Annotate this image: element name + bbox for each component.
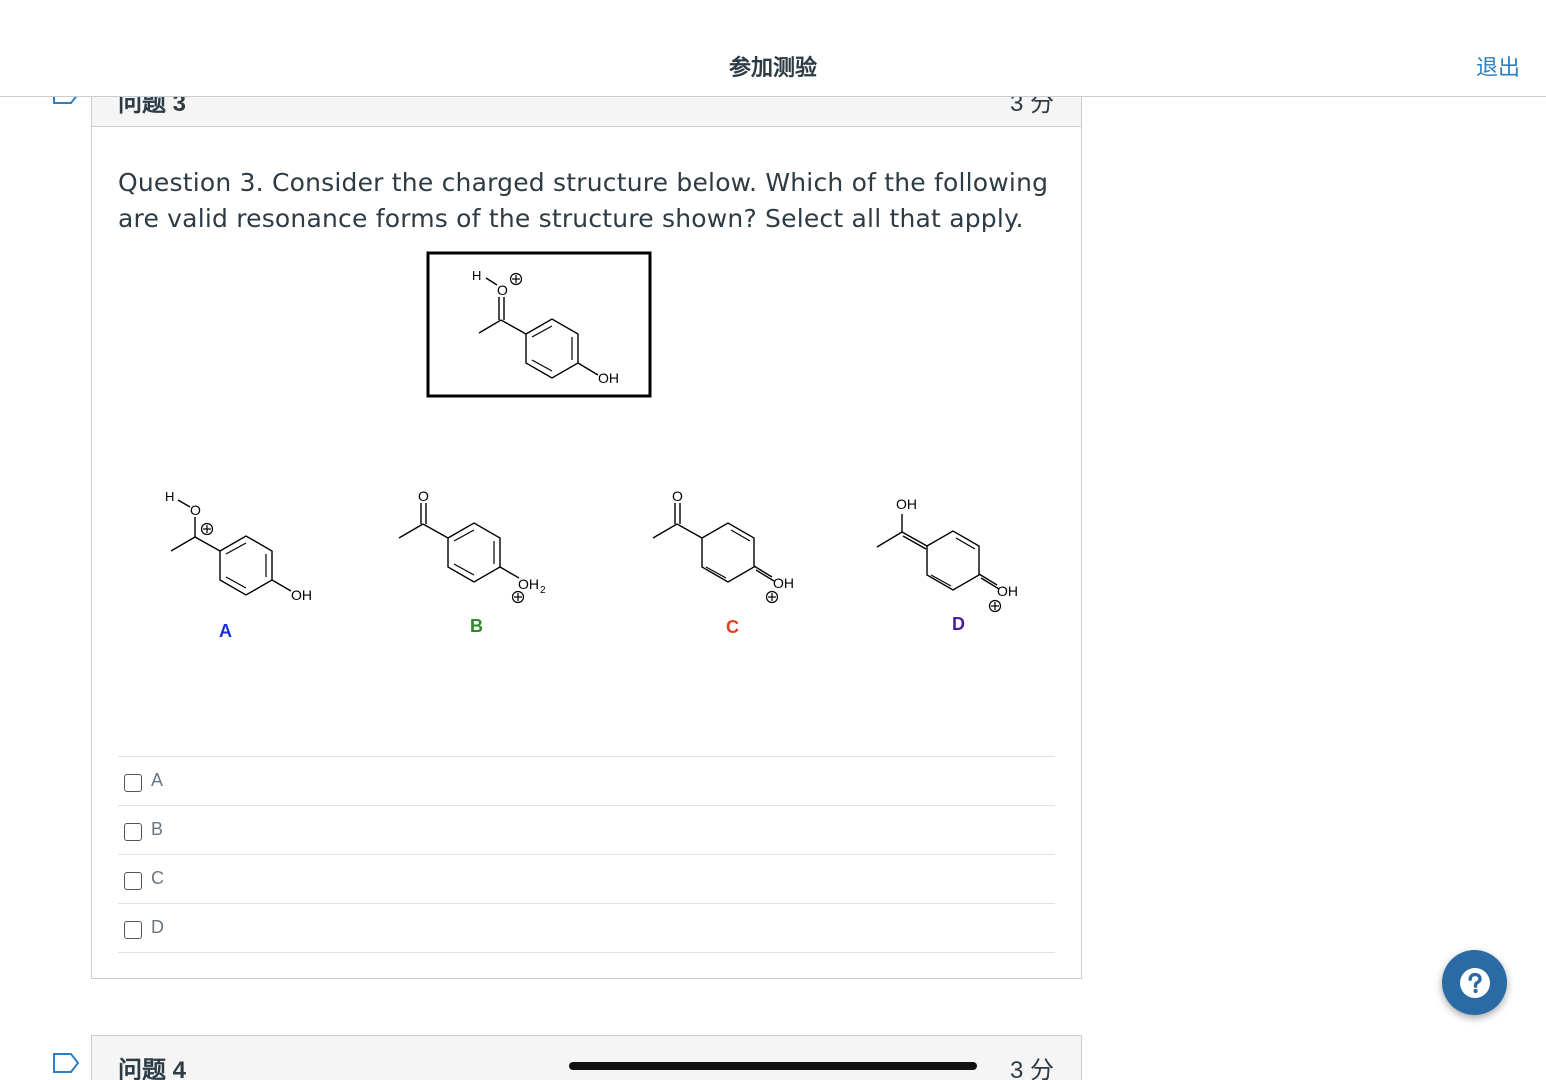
answer-label: C xyxy=(151,868,164,888)
svg-text:O: O xyxy=(497,282,508,298)
svg-text:OH: OH xyxy=(997,583,1018,599)
answer-option-a[interactable]: A xyxy=(118,757,1055,806)
bookmark-icon[interactable] xyxy=(53,1053,79,1073)
svg-text:H: H xyxy=(165,489,174,504)
svg-text:A: A xyxy=(219,621,232,641)
svg-text:OH: OH xyxy=(291,587,312,603)
help-button[interactable] xyxy=(1442,950,1507,1015)
svg-text:OH: OH xyxy=(518,576,539,592)
help-icon xyxy=(1459,967,1490,998)
svg-text:OH: OH xyxy=(773,575,794,591)
svg-text:2: 2 xyxy=(540,585,546,596)
svg-text:OH: OH xyxy=(896,496,917,512)
structure-a: O H OH A xyxy=(165,489,312,641)
question-points: 3 分 xyxy=(1009,1057,1054,1080)
main-structure: O H OH xyxy=(426,251,652,398)
answer-option-d[interactable]: D xyxy=(118,904,1055,953)
chemical-structures-figure: O H OH O H OH A O OH 2 B O OH C OH OH D xyxy=(165,251,1018,641)
answer-option-b[interactable]: B xyxy=(118,806,1055,855)
svg-text:O: O xyxy=(190,502,201,518)
checkbox-icon[interactable] xyxy=(124,774,142,792)
question-name: 问题 4 xyxy=(118,1057,187,1080)
structure-b: O OH 2 B xyxy=(398,488,546,636)
answer-list: A B C D xyxy=(118,756,1055,953)
exit-link[interactable]: 退出 xyxy=(1476,50,1520,82)
svg-text:C: C xyxy=(726,617,739,637)
checkbox-icon[interactable] xyxy=(124,872,142,890)
question-3: 问题 3 3 分 Question 3. Consider the charge… xyxy=(91,68,1082,979)
svg-text:H: H xyxy=(472,268,481,283)
svg-text:O: O xyxy=(418,488,429,504)
question-text: Question 3. Consider the charged structu… xyxy=(118,168,1049,233)
question-header: 问题 4 3 分 xyxy=(92,1036,1081,1080)
checkbox-icon[interactable] xyxy=(124,823,142,841)
checkbox-icon[interactable] xyxy=(124,921,142,939)
home-indicator xyxy=(569,1062,977,1070)
page-title: 参加测验 xyxy=(728,55,817,80)
answer-option-c[interactable]: C xyxy=(118,855,1055,904)
svg-text:O: O xyxy=(672,488,683,504)
top-bar: 参加测验 退出 xyxy=(0,0,1546,97)
structure-c: O OH C xyxy=(652,488,794,637)
structure-d: OH OH D xyxy=(876,496,1018,634)
answer-label: A xyxy=(151,770,164,790)
svg-text:D: D xyxy=(952,614,965,634)
answer-label: D xyxy=(151,917,164,937)
answer-label: B xyxy=(151,819,164,839)
question-4: 问题 4 3 分 xyxy=(91,1035,1082,1080)
svg-text:OH: OH xyxy=(598,370,619,386)
svg-text:B: B xyxy=(470,616,483,636)
